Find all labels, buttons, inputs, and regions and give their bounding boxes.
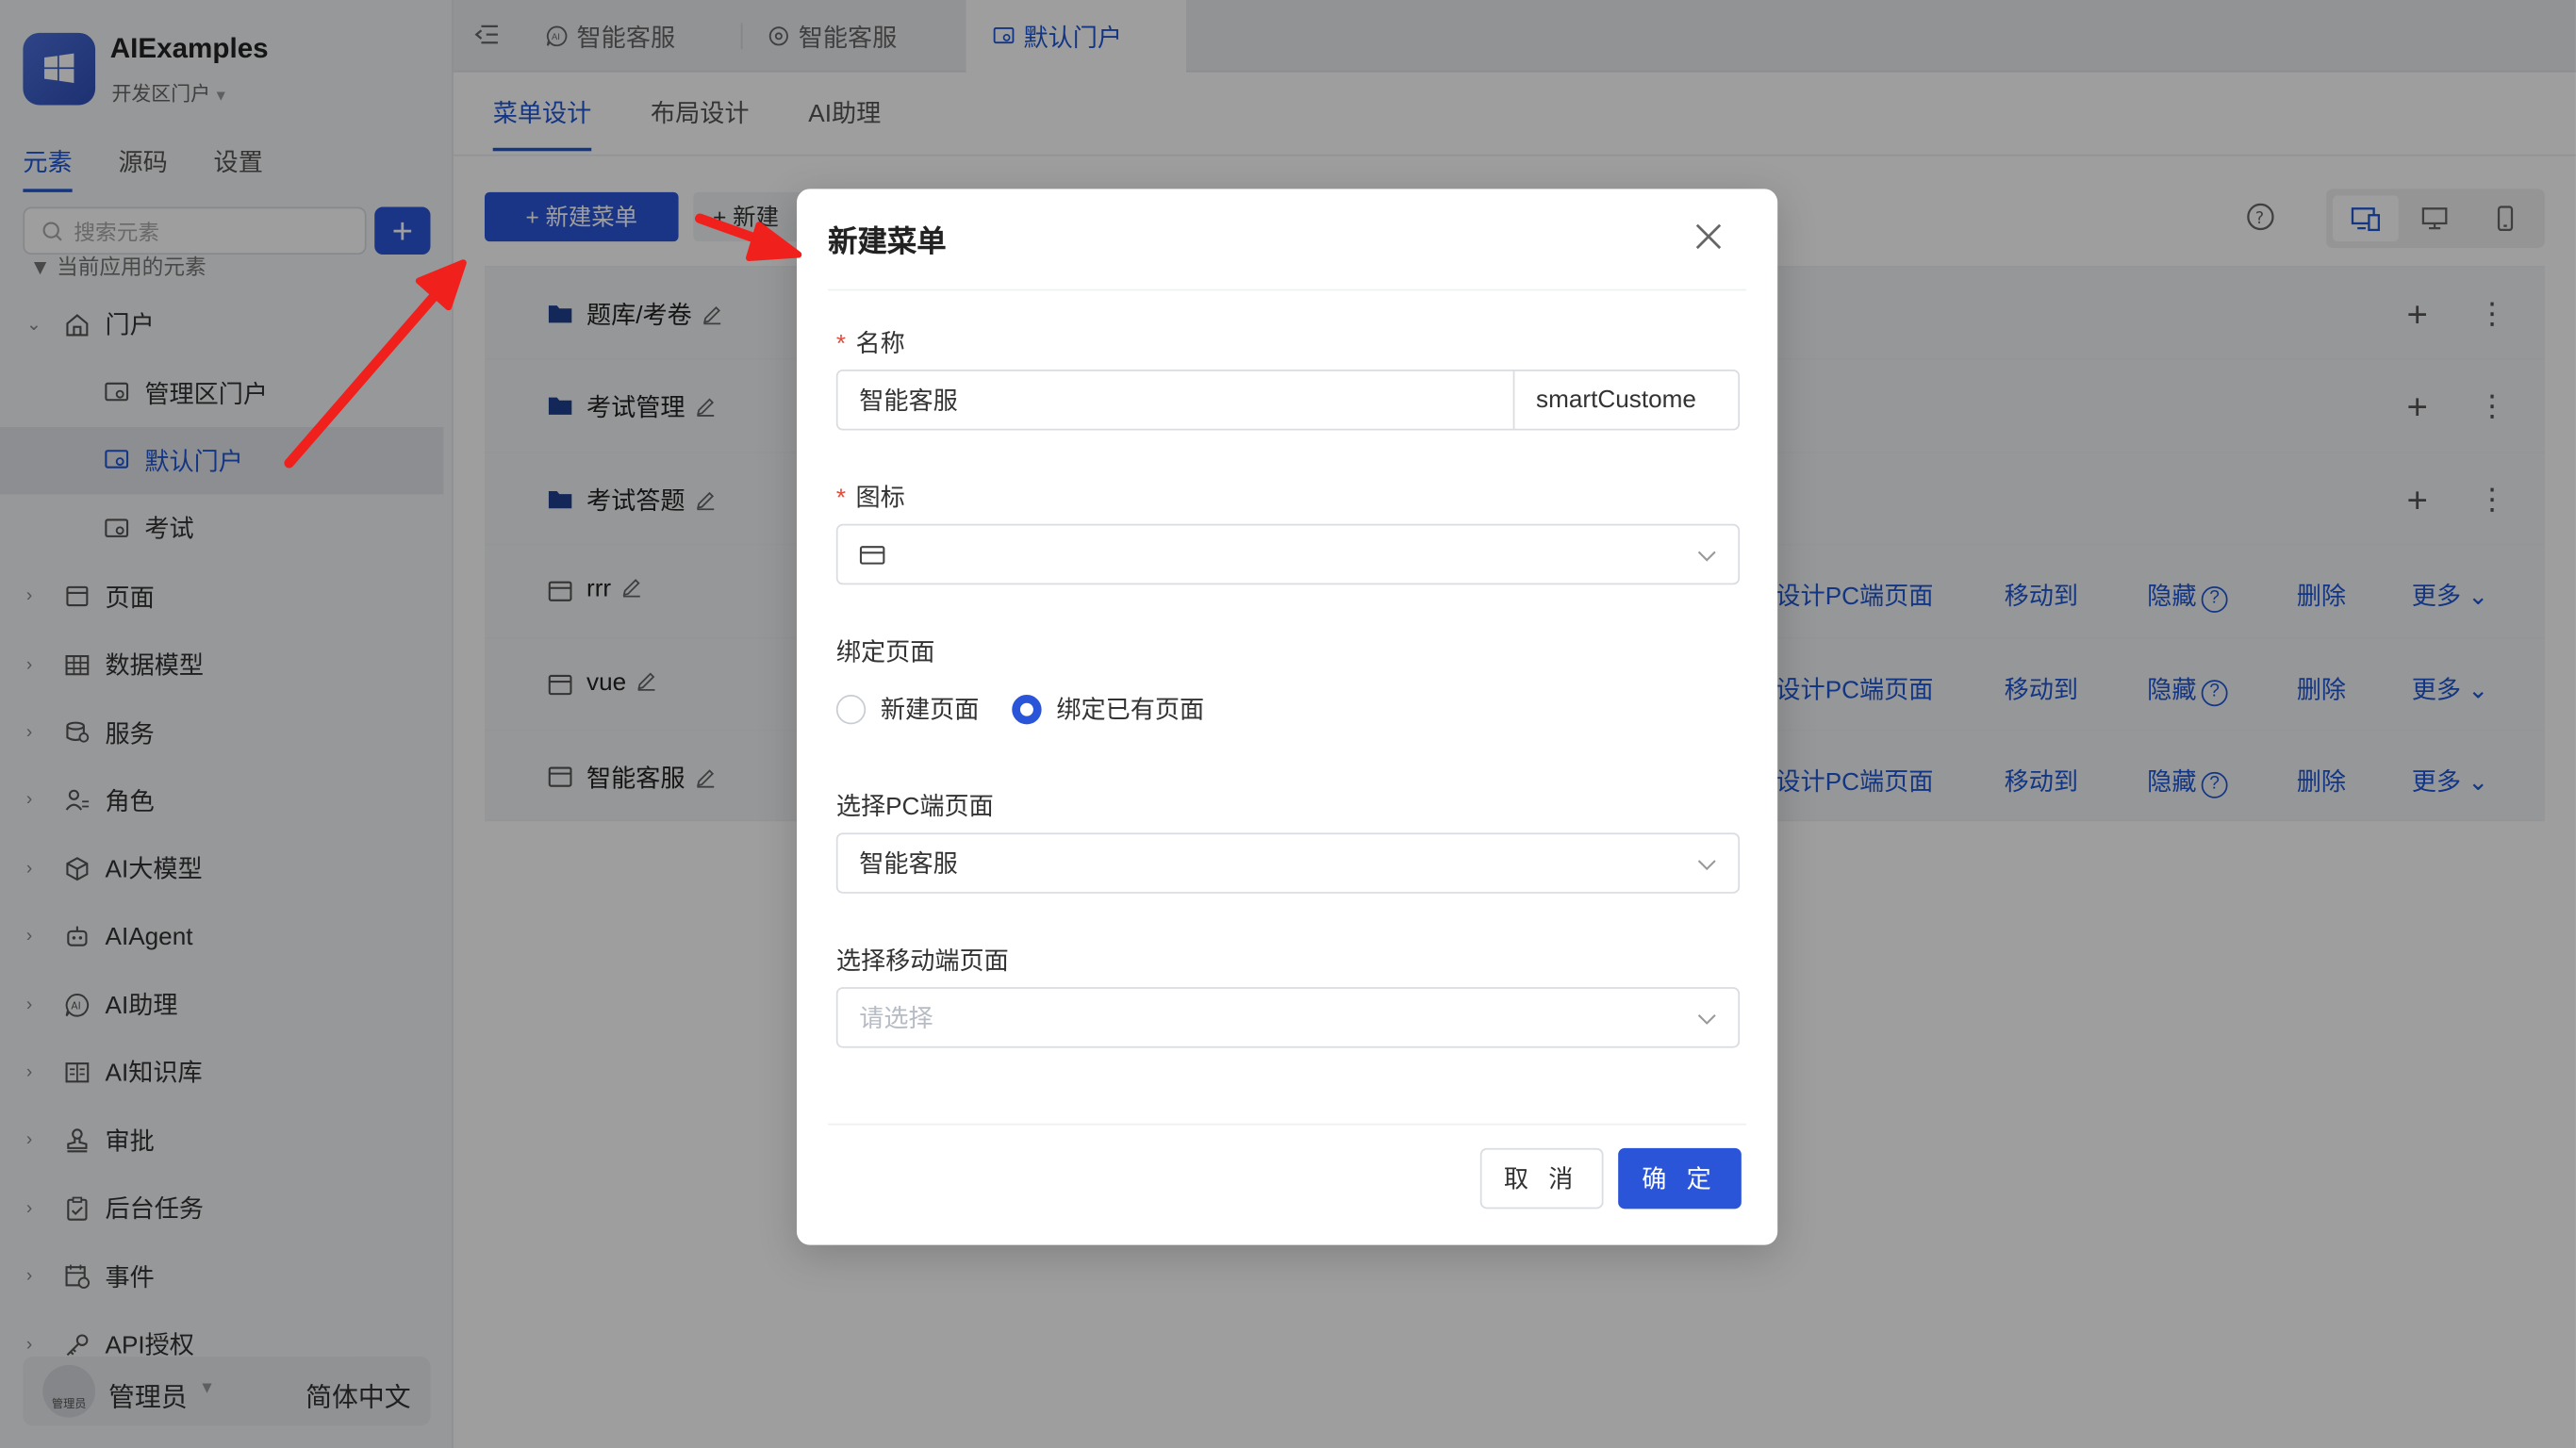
required-mark: * <box>835 484 847 513</box>
mobile-page-label: 选择移动端页面 <box>835 947 1009 976</box>
icon-select[interactable] <box>835 523 1741 585</box>
confirm-button[interactable]: 确 定 <box>1618 1147 1742 1209</box>
mobile-page-placeholder: 请选择 <box>859 1005 933 1033</box>
cancel-button[interactable]: 取 消 <box>1479 1147 1604 1209</box>
radio-existing-page[interactable] <box>1012 694 1042 724</box>
chevron-down-icon <box>1697 1014 1716 1025</box>
radio-new-page-label[interactable]: 新建页面 <box>881 692 980 727</box>
icon-label-text: 图标 <box>855 484 905 513</box>
bind-page-radio-group: 新建页面 绑定已有页面 <box>835 692 1237 727</box>
dialog-title: 新建菜单 <box>828 224 947 258</box>
bind-page-label: 绑定页面 <box>835 638 935 667</box>
close-icon[interactable] <box>1693 222 1723 251</box>
chevron-down-icon <box>1697 860 1716 871</box>
pc-page-label: 选择PC端页面 <box>835 793 994 822</box>
icon-label: * 图标 <box>836 480 905 515</box>
chevron-down-icon <box>1697 551 1716 562</box>
name-input-group: 智能客服 smartCustome <box>835 370 1741 431</box>
name-input[interactable]: 智能客服 <box>838 370 1515 429</box>
new-menu-dialog: 新建菜单 * 名称 智能客服 smartCustome * 图标 绑定页面 新建页面… <box>797 189 1778 1245</box>
pc-page-select[interactable]: 智能客服 <box>835 832 1741 894</box>
name-label: * 名称 <box>836 325 905 360</box>
radio-new-page[interactable] <box>835 694 867 724</box>
divider <box>828 1123 1747 1126</box>
code-input[interactable]: smartCustome <box>1514 371 1738 429</box>
radio-existing-page-label[interactable]: 绑定已有页面 <box>1056 692 1204 727</box>
divider <box>828 288 1747 291</box>
pc-page-value: 智能客服 <box>859 850 958 880</box>
card-icon <box>859 545 885 564</box>
required-mark: * <box>835 330 847 358</box>
name-label-text: 名称 <box>855 330 905 358</box>
mobile-page-select[interactable]: 请选择 <box>835 987 1741 1048</box>
